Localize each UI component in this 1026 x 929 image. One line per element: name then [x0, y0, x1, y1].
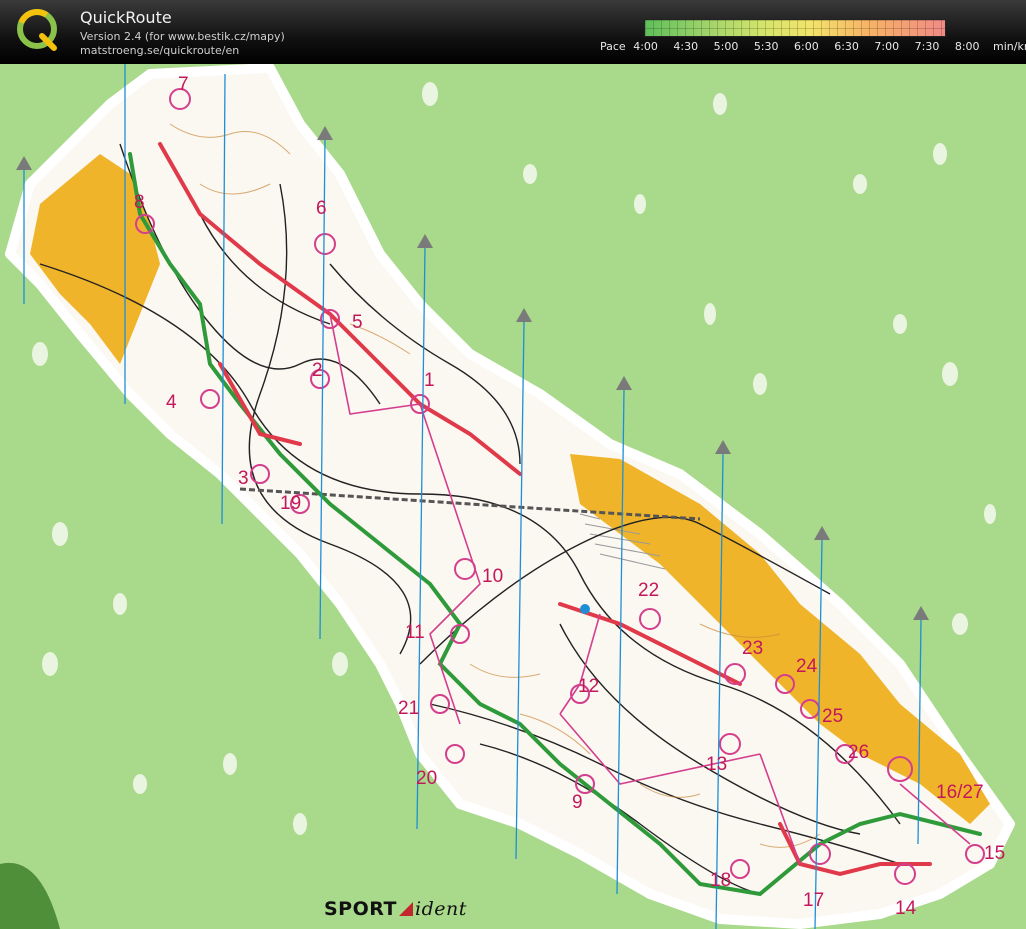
control-number: 8 [134, 192, 145, 213]
control-number: 20 [416, 768, 437, 789]
pace-color-scale [644, 19, 946, 37]
app-header: QuickRoute Version 2.4 (for www.bestik.c… [0, 0, 1026, 64]
pace-label: Pace [600, 40, 626, 53]
control-number: 9 [572, 792, 583, 813]
control-number: 17 [803, 890, 824, 911]
logo-triangle-icon [399, 902, 413, 916]
control-number: 2 [312, 360, 323, 381]
control-number: 12 [578, 676, 599, 697]
pace-tick: 6:30 [834, 40, 859, 53]
pace-unit: min/km [993, 40, 1026, 53]
pace-tick: 8:00 [954, 40, 980, 53]
control-number: 18 [710, 870, 731, 891]
control-number: 13 [706, 754, 727, 775]
control-number: 15 [984, 843, 1005, 864]
map-land [5, 64, 1015, 929]
url-line: matstroeng.se/quickroute/en [80, 44, 240, 57]
control-number: 1 [424, 370, 435, 391]
pace-scale-labels: Pace 4:00 4:30 5:00 5:30 6:00 6:30 7:00 … [600, 40, 1026, 53]
pace-tick: 4:00 [633, 40, 658, 53]
pace-tick: 7:30 [914, 40, 940, 53]
pace-tick: 5:00 [713, 40, 739, 53]
forest-corner [0, 862, 60, 929]
pace-tick: 5:30 [753, 40, 779, 53]
control-number: 11 [405, 622, 425, 643]
pace-tick: 4:30 [673, 40, 699, 53]
control-number: 7 [178, 74, 189, 95]
control-number: 10 [482, 566, 503, 587]
control-number: 26 [848, 742, 869, 763]
control-number: 22 [638, 580, 659, 601]
control-number: 24 [796, 656, 818, 677]
control-number: 25 [822, 706, 843, 727]
map-canvas[interactable]: 1 2 3 4 5 6 7 8 9 10 11 12 13 14 15 16/2… [0, 64, 1026, 929]
control-number: 16/27 [936, 782, 984, 803]
pace-tick: 6:00 [794, 40, 819, 53]
control-number: 3 [238, 468, 249, 489]
quickroute-logo-icon [17, 9, 57, 51]
orienteering-map[interactable]: 1 2 3 4 5 6 7 8 9 10 11 12 13 14 15 16/2… [0, 64, 1026, 929]
version-line: Version 2.4 (for www.bestik.cz/mapy) [80, 30, 285, 43]
control-number: 21 [398, 698, 419, 719]
control-number: 5 [352, 312, 363, 333]
sportident-logo: SPORT ident [324, 898, 467, 920]
control-number: 4 [166, 392, 177, 413]
control-number: 6 [316, 198, 327, 219]
control-number: 23 [742, 638, 763, 659]
app-title: QuickRoute [80, 8, 172, 27]
control-number: 14 [895, 898, 917, 919]
pace-tick: 7:00 [874, 40, 900, 53]
start-marker [580, 604, 590, 614]
control-number: 19 [280, 493, 301, 514]
